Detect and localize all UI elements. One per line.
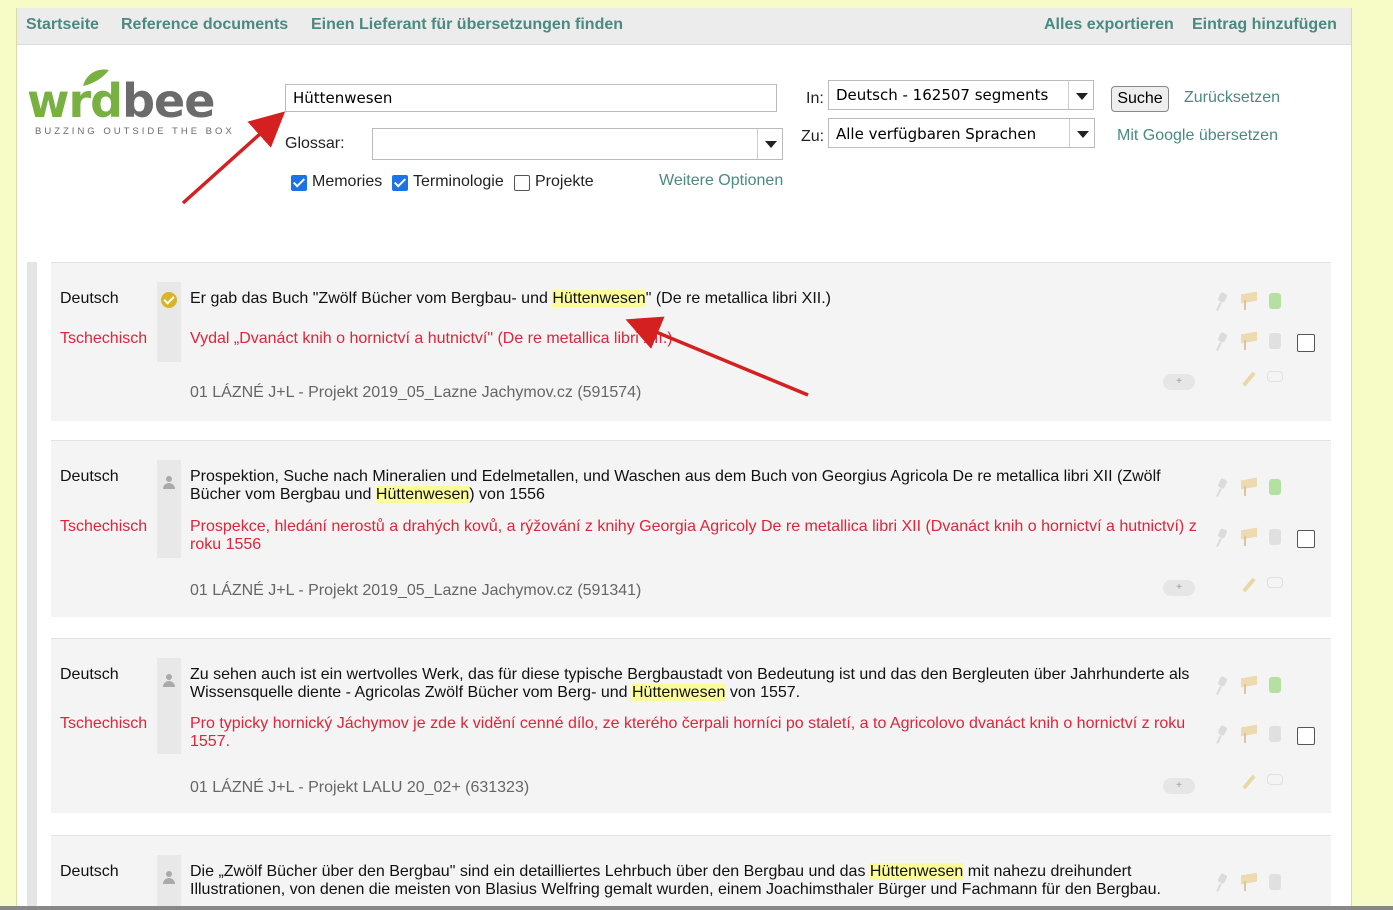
- search-button[interactable]: Suche: [1111, 86, 1169, 112]
- status-badge: [1269, 333, 1281, 349]
- chevron-down-icon: [757, 129, 782, 159]
- in-label: In:: [806, 90, 824, 107]
- add-entry-link[interactable]: Eintrag hinzufügen: [1192, 16, 1337, 34]
- select-checkbox[interactable]: [1297, 530, 1315, 548]
- pin-icon[interactable]: [1217, 293, 1227, 311]
- export-all-link[interactable]: Alles exportieren: [1044, 16, 1174, 34]
- pin-icon[interactable]: [1217, 333, 1227, 351]
- pencil-icon[interactable]: [1241, 371, 1257, 387]
- status-badge: [1269, 529, 1281, 545]
- pin-icon[interactable]: [1217, 479, 1227, 497]
- terminology-checkbox[interactable]: [392, 175, 408, 191]
- result-item: Deutsch Zu sehen auch ist ein wertvolles…: [51, 638, 1331, 813]
- add-button[interactable]: +: [1163, 580, 1195, 596]
- memories-checkbox[interactable]: [291, 175, 307, 191]
- more-options-link[interactable]: Weitere Optionen: [659, 172, 783, 190]
- google-translate-link[interactable]: Mit Google übersetzen: [1117, 127, 1278, 145]
- pencil-icon[interactable]: [1241, 577, 1257, 593]
- source-language: Deutsch: [60, 290, 119, 307]
- leaf-icon: [83, 69, 109, 86]
- source-segment[interactable]: Zu sehen auch ist ein wertvolles Werk, d…: [190, 666, 1200, 702]
- user-icon: [163, 871, 175, 885]
- target-language: Tschechisch: [60, 715, 148, 732]
- comment-icon[interactable]: [1267, 371, 1283, 384]
- source-language: Deutsch: [60, 666, 119, 683]
- pin-icon[interactable]: [1217, 529, 1227, 547]
- result-item: Deutsch Die „Zwölf Bücher über den Bergb…: [51, 835, 1331, 910]
- source-segment[interactable]: Prospektion, Suche nach Mineralien und E…: [190, 468, 1200, 504]
- flag-icon[interactable]: [1241, 529, 1259, 546]
- comment-icon[interactable]: [1267, 774, 1283, 787]
- source-segment[interactable]: Er gab das Buch "Zwölf Bücher vom Bergba…: [190, 290, 1200, 308]
- glossary-select[interactable]: [372, 128, 783, 160]
- comment-icon[interactable]: [1267, 577, 1283, 590]
- results-sidebar-strip: [27, 262, 37, 910]
- status-badge: [1269, 726, 1281, 742]
- search-input[interactable]: [285, 84, 777, 112]
- reset-link[interactable]: Zurücksetzen: [1184, 89, 1280, 107]
- status-badge: [1269, 293, 1281, 309]
- projects-label: Projekte: [535, 173, 594, 190]
- to-label: Zu:: [801, 128, 825, 145]
- flag-icon[interactable]: [1241, 293, 1259, 310]
- top-navigation: Startseite Reference documents Einen Lie…: [17, 8, 1351, 45]
- pin-icon[interactable]: [1217, 677, 1227, 695]
- wordbee-logo: wrdbee BUZZING OUTSIDE THE BOX: [27, 69, 237, 154]
- user-icon: [163, 476, 175, 490]
- project-label[interactable]: 01 LÁZNÉ J+L - Projekt 2019_05_Lazne Jac…: [190, 384, 641, 402]
- app-frame: Startseite Reference documents Einen Lie…: [16, 8, 1352, 910]
- target-language-select[interactable]: Alle verfügbaren Sprachen: [828, 118, 1095, 148]
- target-segment[interactable]: Prospekce, hledání nerostů a drahých kov…: [190, 518, 1200, 554]
- flag-icon[interactable]: [1241, 677, 1259, 694]
- flag-icon[interactable]: [1241, 726, 1259, 743]
- search-highlight: Hüttenwesen: [375, 486, 470, 503]
- approved-check-icon: [161, 292, 177, 308]
- pin-icon[interactable]: [1217, 726, 1227, 744]
- search-highlight: Hüttenwesen: [552, 290, 646, 307]
- flag-icon[interactable]: [1241, 874, 1259, 891]
- source-language-select[interactable]: Deutsch - 162507 segments: [828, 80, 1094, 110]
- status-badge: [1269, 874, 1281, 890]
- target-segment[interactable]: Vydal „Dvanáct knih o hornictví a hutnic…: [190, 330, 1200, 348]
- project-label[interactable]: 01 LÁZNÉ J+L - Projekt 2019_05_Lazne Jac…: [190, 582, 641, 600]
- status-badge: [1269, 479, 1281, 495]
- projects-checkbox[interactable]: [514, 175, 530, 191]
- result-item: Deutsch Er gab das Buch "Zwölf Bücher vo…: [51, 262, 1331, 421]
- search-highlight: Hüttenwesen: [631, 684, 726, 701]
- result-item: Deutsch Prospektion, Suche nach Minerali…: [51, 440, 1331, 617]
- add-button[interactable]: +: [1163, 778, 1195, 794]
- chevron-down-icon: [1068, 81, 1093, 109]
- select-checkbox[interactable]: [1297, 727, 1315, 745]
- target-segment[interactable]: Pro typicky hornický Jáchymov je zde k v…: [190, 715, 1200, 751]
- flag-icon[interactable]: [1241, 333, 1259, 350]
- project-label[interactable]: 01 LÁZNÉ J+L - Projekt LALU 20_02+ (6313…: [190, 779, 529, 797]
- terminology-label: Terminologie: [413, 173, 504, 190]
- user-icon: [163, 674, 175, 688]
- search-highlight: Hüttenwesen: [869, 863, 964, 880]
- target-language: Tschechisch: [60, 330, 148, 347]
- source-segment[interactable]: Die „Zwölf Bücher über den Bergbau" sind…: [190, 863, 1200, 899]
- nav-reference-link[interactable]: Reference documents: [121, 16, 288, 34]
- add-button[interactable]: +: [1163, 374, 1195, 390]
- pin-icon[interactable]: [1217, 874, 1227, 892]
- flag-icon[interactable]: [1241, 479, 1259, 496]
- chevron-down-icon: [1069, 119, 1094, 147]
- status-badge: [1269, 677, 1281, 693]
- nav-home-link[interactable]: Startseite: [26, 16, 99, 34]
- glossary-label: Glossar:: [285, 135, 345, 152]
- memories-label: Memories: [312, 173, 383, 190]
- target-language: Tschechisch: [60, 518, 148, 535]
- source-language: Deutsch: [60, 468, 119, 485]
- source-language: Deutsch: [60, 863, 119, 880]
- nav-supplier-link[interactable]: Einen Lieferant für übersetzungen finden: [311, 16, 623, 34]
- pencil-icon[interactable]: [1241, 774, 1257, 790]
- select-checkbox[interactable]: [1297, 334, 1315, 352]
